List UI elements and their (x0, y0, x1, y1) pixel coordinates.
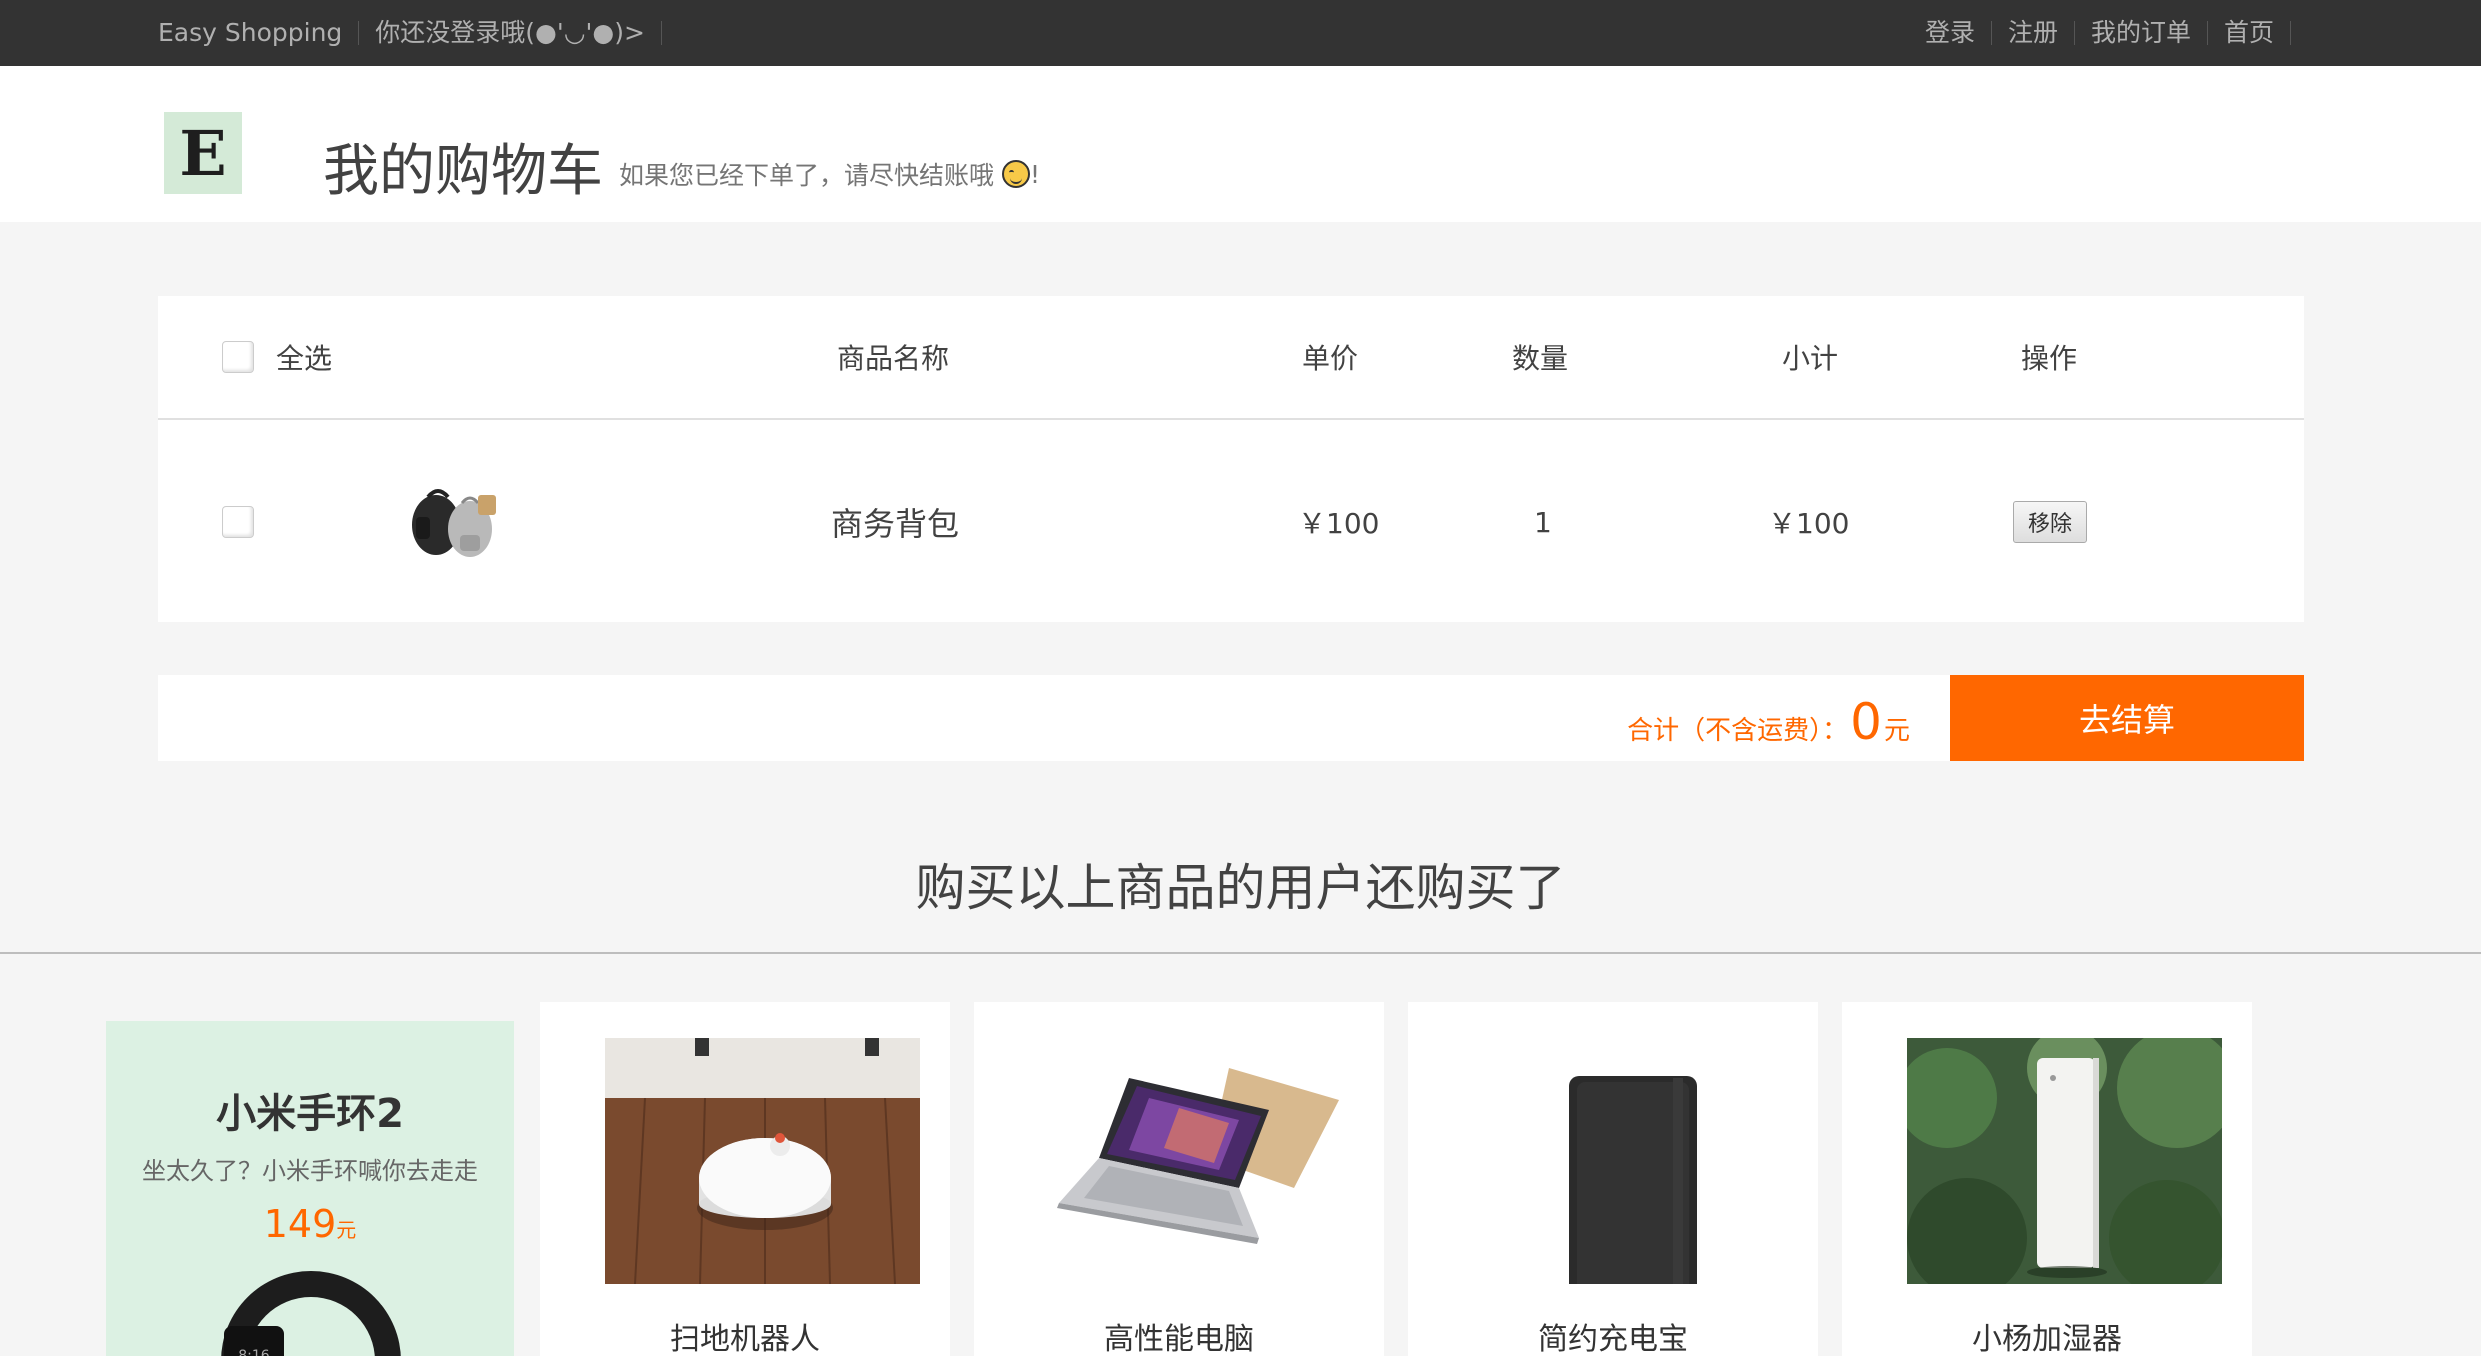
column-price: 单价 (1302, 342, 1359, 375)
promo-price-value: 149 (263, 1202, 337, 1246)
promo-card[interactable]: 小米手环2 坐太久了？小米手环喊你去走走 149元 8:16 (106, 1021, 514, 1356)
my-orders-link[interactable]: 我的订单 (2075, 20, 2208, 45)
product-card-humidifier[interactable]: 小杨加湿器 (1842, 1002, 2252, 1356)
item-name[interactable]: 商务背包 (831, 422, 959, 622)
select-all-checkbox[interactable] (222, 341, 254, 373)
home-link[interactable]: 首页 (2208, 20, 2291, 45)
top-nav-left: Easy Shopping 你还没登录哦(●'◡'●)> (158, 0, 662, 66)
band-screen-icon: 8:16 (224, 1326, 284, 1356)
cart-table: 全选 商品名称 单价 数量 小计 操作 商务背包 ￥100 1 ￥100 移除 (158, 296, 2304, 622)
recommend-title: 购买以上商品的用户还购买了 (915, 859, 1566, 917)
page-subtitle: 如果您已经下单了，请尽快结账哦 ! (619, 156, 1040, 192)
top-nav-bar: Easy Shopping 你还没登录哦(●'◡'●)> 登录 注册 我的订单 … (0, 0, 2481, 66)
column-action: 操作 (2021, 342, 2078, 375)
cart-total: 合计（不含运费）： 0 元 (1627, 675, 1910, 761)
product-card-robot-vacuum[interactable]: 扫地机器人 (540, 1002, 950, 1356)
recommend-divider (0, 952, 2481, 954)
total-label: 合计（不含运费）： (1627, 716, 1849, 746)
logo-letter: E (179, 116, 227, 190)
item-checkbox-cell (222, 422, 254, 622)
column-quantity: 数量 (1512, 342, 1569, 375)
column-name: 商品名称 (837, 342, 950, 375)
item-price: ￥100 (1298, 507, 1380, 540)
remove-item-button[interactable]: 移除 (2013, 501, 2087, 543)
total-unit: 元 (1883, 716, 1910, 746)
page-title: 我的购物车 (323, 139, 603, 204)
subtitle-text: 如果您已经下单了，请尽快结账哦 (619, 161, 995, 190)
item-checkbox[interactable] (222, 506, 254, 538)
total-amount: 0 (1850, 693, 1882, 751)
login-link[interactable]: 登录 (1909, 20, 1992, 45)
select-all-cell: 全选 (222, 296, 332, 418)
robot-vacuum-image (605, 1038, 920, 1284)
product-name: 扫地机器人 (670, 1322, 820, 1356)
product-name: 简约充电宝 (1538, 1322, 1688, 1356)
laptop-image (1039, 1038, 1354, 1284)
promo-name: 小米手环2 (216, 1091, 404, 1137)
item-quantity: 1 (1534, 505, 1552, 539)
power-bank-image (1473, 1038, 1788, 1284)
humidifier-image (1907, 1038, 2222, 1284)
product-card-power-bank[interactable]: 简约充电宝 (1408, 1002, 1818, 1356)
cart-total-bar: 合计（不含运费）： 0 元 (158, 675, 1950, 761)
register-link[interactable]: 注册 (1992, 20, 2075, 45)
checkout-button[interactable]: 去结算 (1950, 675, 2304, 761)
backpack-image[interactable] (398, 477, 510, 567)
promo-price: 149元 (106, 1202, 514, 1246)
promo-price-unit: 元 (336, 1218, 357, 1242)
promo-desc: 坐太久了？小米手环喊你去走走 (142, 1157, 478, 1185)
site-logo[interactable]: E (164, 112, 242, 194)
item-thumbnail-cell (398, 422, 510, 622)
login-status-text: 你还没登录哦(●'◡'●)> (359, 20, 662, 45)
item-action-cell: 移除 (2013, 422, 2087, 622)
select-all-label[interactable]: 全选 (276, 337, 332, 377)
product-name: 小杨加湿器 (1972, 1322, 2122, 1356)
product-card-laptop[interactable]: 高性能电脑 (974, 1002, 1384, 1356)
cart-item-row: 商务背包 ￥100 1 ￥100 移除 (158, 422, 2304, 622)
product-name: 高性能电脑 (1104, 1322, 1254, 1356)
subtitle-tail: ! (1030, 159, 1041, 189)
brand-link[interactable]: Easy Shopping (158, 20, 360, 45)
cart-table-header: 全选 商品名称 单价 数量 小计 操作 (158, 296, 2304, 420)
smiley-icon (1002, 160, 1031, 188)
item-subtotal: ￥100 (1768, 507, 1850, 540)
column-subtotal: 小计 (1782, 342, 1839, 375)
top-nav-right: 登录 注册 我的订单 首页 (1909, 0, 2291, 66)
